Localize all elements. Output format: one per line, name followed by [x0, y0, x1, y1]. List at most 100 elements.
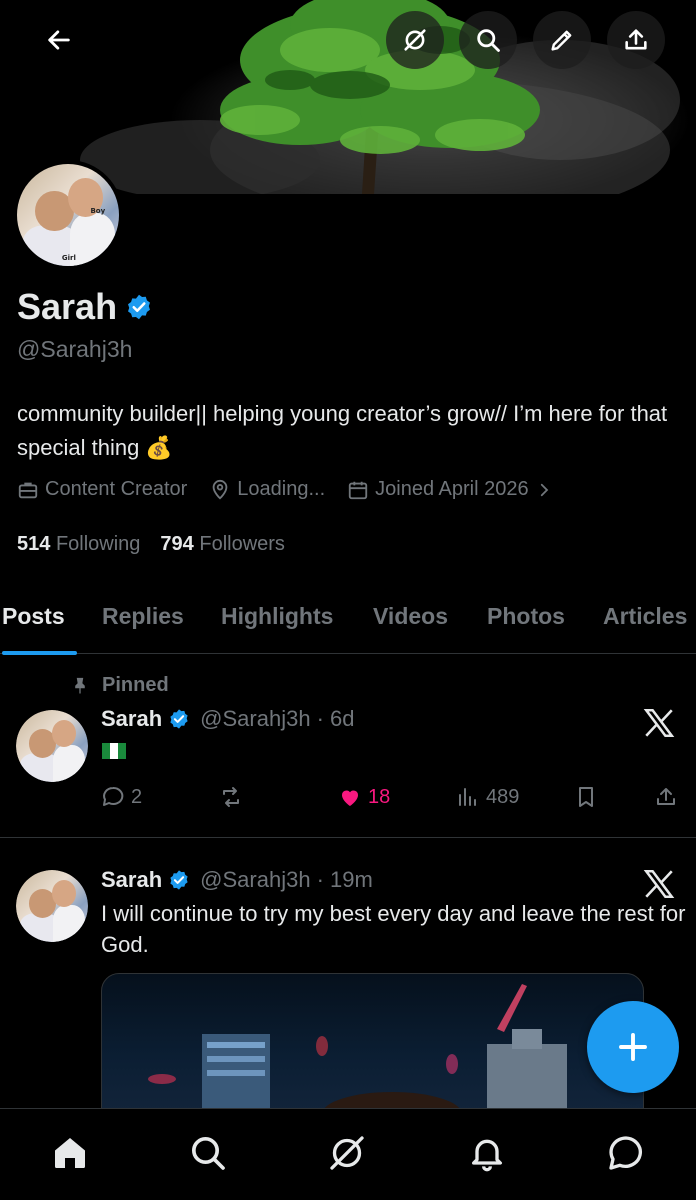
city-scene-image	[148, 984, 567, 1112]
search-icon	[477, 29, 500, 52]
tab-highlights[interactable]: Highlights	[221, 578, 333, 654]
profile-name-row: Sarah	[17, 286, 153, 328]
tab-posts-label: Posts	[2, 602, 65, 629]
like-count: 18	[368, 785, 391, 808]
tab-videos-label: Videos	[373, 602, 448, 629]
analytics-icon	[459, 788, 476, 806]
tab-photos-label: Photos	[487, 602, 565, 629]
reply-icon	[103, 786, 124, 806]
tab-replies-label: Replies	[102, 602, 184, 629]
search-button[interactable]	[459, 11, 517, 69]
profile-location: Loading...	[209, 478, 325, 501]
profile-tabs: Posts Replies Highlights Videos Photos A…	[0, 578, 696, 655]
chevron-right-icon	[540, 483, 548, 496]
edit-button[interactable]	[533, 11, 591, 69]
post-avatar-image	[16, 870, 88, 942]
plus-icon	[619, 1033, 647, 1061]
verified-badge-icon[interactable]	[125, 293, 153, 321]
profile-name: Sarah	[17, 286, 118, 327]
tab-articles[interactable]: Articles	[603, 578, 687, 654]
reply-count: 2	[131, 785, 143, 808]
avatar-tag-girl: Girl	[61, 253, 76, 262]
location-pin-icon	[212, 479, 228, 500]
nav-search[interactable]	[186, 1131, 230, 1175]
pencil-icon	[551, 30, 572, 51]
post-time: · 19m	[316, 867, 373, 892]
grok-button[interactable]	[386, 11, 444, 69]
following-link[interactable]: 514 Following	[17, 533, 140, 556]
like-button[interactable]: 18	[338, 782, 390, 812]
profile-handle: @Sarahj3h	[17, 336, 133, 362]
avatar-tag-boy: Boy	[90, 206, 106, 215]
profile-category-label: Content Creator	[45, 478, 188, 500]
pinned-indicator: Pinned	[70, 674, 169, 697]
post-header: Sarah @Sarahj3h · 6d	[101, 706, 354, 732]
grok-icon	[404, 29, 426, 51]
x-logo-icon[interactable]	[642, 706, 676, 740]
post-header: Sarah @Sarahj3h · 19m	[101, 867, 373, 893]
grok-icon	[330, 1136, 364, 1170]
verified-badge-icon	[170, 870, 188, 890]
nav-messages[interactable]	[604, 1131, 648, 1175]
repost-button[interactable]	[219, 782, 249, 812]
x-logo-icon[interactable]	[642, 867, 676, 901]
share-post-button[interactable]	[654, 782, 678, 812]
tab-photos[interactable]: Photos	[487, 578, 565, 654]
profile-bio: community builder|| helping young creato…	[17, 401, 668, 460]
tab-videos[interactable]: Videos	[373, 578, 448, 654]
following-count: 514	[17, 533, 51, 555]
profile-joined[interactable]: Joined April 2026	[347, 478, 552, 501]
bell-icon	[472, 1139, 502, 1172]
back-button[interactable]	[30, 11, 88, 69]
tab-replies[interactable]: Replies	[102, 578, 184, 654]
nav-grok[interactable]	[325, 1131, 369, 1175]
view-count: 489	[486, 785, 520, 808]
arrow-left-icon	[48, 30, 70, 50]
nav-home[interactable]	[48, 1131, 92, 1175]
avatar-image: Boy Girl	[17, 164, 119, 266]
bookmark-button[interactable]	[574, 782, 598, 812]
post-avatar[interactable]	[16, 870, 88, 942]
post-time: · 6d	[316, 706, 355, 731]
post-author-name[interactable]: Sarah	[101, 706, 162, 732]
bookmark-icon	[579, 787, 593, 807]
reply-button[interactable]: 2	[101, 782, 142, 812]
compose-button[interactable]	[587, 1001, 679, 1093]
tab-articles-label: Articles	[603, 602, 688, 629]
profile-avatar[interactable]: Boy Girl	[13, 160, 123, 270]
followers-count: 794	[160, 533, 194, 555]
post-avatar[interactable]	[16, 710, 88, 782]
share-icon	[657, 788, 675, 805]
post-media-image[interactable]	[101, 973, 644, 1113]
followers-link[interactable]: 794 Followers	[160, 533, 285, 556]
profile-location-label: Loading...	[237, 478, 326, 500]
views-button[interactable]: 489	[456, 782, 519, 812]
post-author-name[interactable]: Sarah	[101, 867, 162, 893]
briefcase-icon	[18, 482, 38, 498]
bottom-navigation	[0, 1108, 696, 1200]
search-icon	[192, 1137, 225, 1170]
post-author-handle: @Sarahj3h	[200, 706, 311, 731]
heart-icon	[342, 790, 358, 806]
post-author-handle: @Sarahj3h	[200, 867, 311, 892]
profile-category: Content Creator	[17, 478, 187, 501]
repost-icon	[223, 787, 239, 807]
active-tab-indicator	[2, 651, 77, 655]
tab-posts[interactable]: Posts	[2, 578, 77, 655]
post-text	[101, 740, 201, 762]
pin-icon	[75, 677, 85, 693]
tab-highlights-label: Highlights	[221, 602, 334, 629]
profile-meta: Content Creator Loading... Joined April …	[17, 478, 569, 501]
share-profile-button[interactable]	[607, 11, 665, 69]
profile-banner[interactable]	[0, 0, 696, 194]
verified-badge-icon	[170, 709, 188, 729]
calendar-icon	[348, 481, 368, 499]
nav-notifications[interactable]	[465, 1131, 509, 1175]
post-divider	[0, 837, 696, 838]
home-icon	[55, 1138, 85, 1168]
post-avatar-image	[16, 710, 88, 782]
nigeria-flag-icon	[102, 743, 126, 759]
profile-joined-label: Joined April 2026	[375, 478, 529, 500]
following-label: Following	[55, 533, 141, 555]
post-text: I will continue to try my best every day…	[101, 901, 686, 957]
